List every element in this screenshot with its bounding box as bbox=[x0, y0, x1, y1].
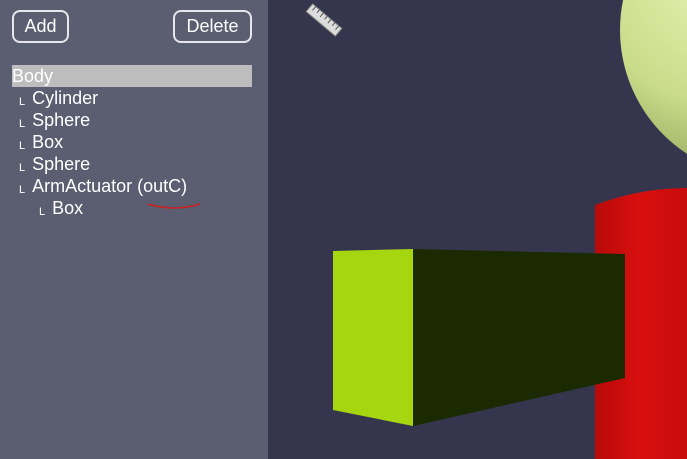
tree-node-cylinder[interactable]: L Cylinder bbox=[12, 87, 252, 109]
tree-node-box[interactable]: L Box bbox=[12, 131, 252, 153]
tree-node-box-child[interactable]: L Box bbox=[12, 197, 252, 219]
branch-glyph: L bbox=[19, 162, 26, 174]
scene-render bbox=[305, 0, 687, 459]
tree-node-label: Cylinder bbox=[32, 88, 99, 108]
delete-button[interactable]: Delete bbox=[173, 10, 252, 43]
tree-node-sphere[interactable]: L Sphere bbox=[12, 109, 252, 131]
scene-tree: Body L Cylinder L Sphere L Box L Sphere L Arm… bbox=[12, 65, 252, 219]
branch-glyph: L bbox=[39, 206, 46, 218]
tree-node-label: Sphere bbox=[32, 154, 91, 174]
branch-glyph: L bbox=[19, 140, 26, 152]
branch-glyph: L bbox=[19, 118, 26, 130]
sphere-object[interactable] bbox=[620, 0, 687, 178]
branch-glyph: L bbox=[19, 96, 26, 108]
tree-node-label: ArmActuator (outC) bbox=[32, 176, 188, 196]
tree-node-label: Box bbox=[52, 198, 84, 218]
branch-glyph: L bbox=[19, 184, 26, 196]
tree-node-body[interactable]: Body bbox=[12, 65, 252, 87]
tree-node-label: Sphere bbox=[32, 110, 91, 130]
ruler-icon[interactable] bbox=[305, 3, 343, 37]
tree-node-label: Box bbox=[32, 132, 64, 152]
box-object[interactable] bbox=[333, 249, 625, 426]
box-side-face bbox=[413, 249, 625, 426]
scene-tree-panel: Add Delete Body L Cylinder L Sphere L Box L… bbox=[0, 0, 268, 459]
box-front-face bbox=[333, 249, 413, 426]
add-button[interactable]: Add bbox=[12, 10, 69, 43]
3d-viewport[interactable] bbox=[268, 0, 687, 459]
tree-node-armactuator[interactable]: L ArmActuator (outC) bbox=[12, 175, 252, 197]
tree-node-sphere[interactable]: L Sphere bbox=[12, 153, 252, 175]
